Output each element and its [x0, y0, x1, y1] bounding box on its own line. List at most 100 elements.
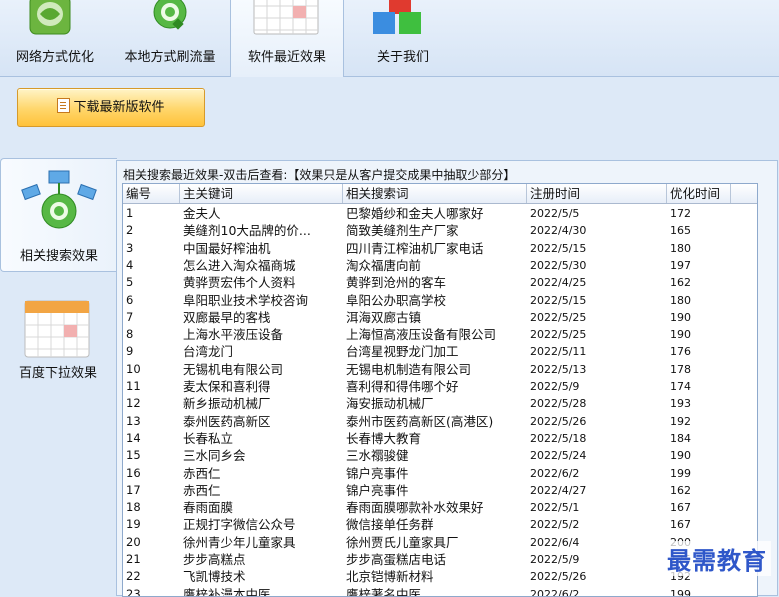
cell-id: 23	[126, 586, 141, 597]
cell-related-term: 阜阳公办职高学校	[346, 292, 447, 308]
cell-id: 5	[126, 275, 134, 290]
cell-register-time: 2022/5/18	[530, 431, 587, 445]
table-row[interactable]: 15 三水同乡会 三水禤骏健 2022/5/24 190	[123, 447, 757, 464]
cell-register-time: 2022/5/25	[530, 328, 587, 342]
cell-id: 8	[126, 327, 134, 342]
table-row[interactable]: 17 赤西仁 锦户亮事件 2022/4/27 162	[123, 482, 757, 499]
cell-id: 21	[126, 552, 141, 566]
col-header-related-term[interactable]: 相关搜索词	[343, 184, 527, 203]
table-row[interactable]: 10 无锡机电有限公司 无锡电机制造有限公司 2022/5/13 178	[123, 361, 757, 378]
col-header-register-time[interactable]: 注册时间	[527, 184, 667, 203]
cell-main-keyword: 黄骅贾宏伟个人资料	[183, 275, 296, 291]
cell-id: 3	[126, 240, 134, 255]
table-row[interactable]: 1 金夫人 巴黎婚纱和金夫人哪家好 2022/5/5 172	[123, 205, 757, 222]
network-q-icon	[21, 170, 97, 229]
table-row[interactable]: 22 飞凯博技术 北京铠博新材料 2022/5/26 192	[123, 568, 757, 585]
cell-id: 2	[126, 223, 134, 238]
cell-related-term: 简致美缝剂生产厂家	[346, 223, 459, 239]
cell-register-time: 2022/4/27	[530, 483, 587, 497]
cell-main-keyword: 正规打字微信公众号	[183, 517, 296, 533]
cell-main-keyword: 无锡机电有限公司	[183, 361, 284, 377]
cell-main-keyword: 台湾龙门	[183, 344, 234, 360]
cell-related-term: 台湾星视野龙门加工	[346, 344, 459, 360]
tab-about-us[interactable]: 关于我们	[343, 0, 463, 76]
cell-register-time: 2022/5/24	[530, 449, 587, 463]
tab-network-optimize[interactable]: 网络方式优化	[2, 0, 108, 76]
cell-main-keyword: 怎么进入淘众福商城	[183, 257, 296, 273]
cell-optimize-time: 199	[670, 466, 691, 480]
cell-optimize-time: 199	[670, 587, 691, 597]
table-row[interactable]: 20徐州青少年儿童家具徐州贾氏儿童家具厂2022/6/4200	[123, 534, 757, 551]
cell-main-keyword: 麦太保和喜利得	[183, 379, 271, 394]
col-header-main-keyword[interactable]: 主关键词	[180, 184, 343, 203]
cell-related-term: 巴黎婚纱和金夫人哪家好	[346, 206, 484, 221]
cell-related-term: 四川青江榨油机厂家电话	[346, 240, 484, 256]
tab-recent-results[interactable]: 软件最近效果	[230, 0, 344, 77]
table-row[interactable]: 4 怎么进入淘众福商城 淘众福唐向前 2022/5/30 197	[123, 257, 757, 274]
cell-optimize-time: 193	[670, 397, 691, 411]
cell-id: 15	[126, 448, 141, 463]
table-row[interactable]: 3 中国最好榨油机 四川青江榨油机厂家电话 2022/5/15 180	[123, 240, 757, 257]
nav-item-related-search[interactable]: 相关搜索效果	[0, 158, 117, 272]
table-row[interactable]: 5 黄骅贾宏伟个人资料 黄骅到沧州的客车 2022/4/25 162	[123, 274, 757, 291]
cell-main-keyword: 春雨面膜	[183, 500, 234, 516]
cell-id: 11	[126, 379, 141, 393]
table-row[interactable]: 2 美缝剂10大品牌的价... 简致美缝剂生产厂家 2022/4/30 165	[123, 222, 757, 239]
cell-register-time: 2022/6/2	[530, 466, 580, 480]
tab-label: 网络方式优化	[15, 50, 94, 65]
cell-related-term: 长春博大教育	[346, 430, 422, 446]
results-panel: 相关搜索最近效果-双击后查看:【效果只是从客户提交成果中抽取少部分】 编号 主关…	[116, 160, 778, 597]
watermark: 最需教育	[663, 541, 771, 576]
table-row[interactable]: 21步步高糕点步步高蛋糕店电话2022/5/9175	[123, 551, 757, 568]
cell-id: 10	[126, 361, 141, 376]
cell-id: 14	[126, 430, 141, 445]
cell-optimize-time: 180	[670, 241, 691, 255]
cell-id: 16	[126, 465, 141, 480]
cell-optimize-time: 176	[670, 345, 691, 359]
table-row[interactable]: 16 赤西仁 锦户亮事件 2022/6/2 199	[123, 465, 757, 482]
cell-related-term: 三水禤骏健	[346, 448, 409, 464]
cell-optimize-time: 180	[670, 293, 691, 307]
table-header: 编号 主关键词 相关搜索词 注册时间 优化时间	[123, 184, 757, 204]
download-latest-button[interactable]: 下载最新版软件	[17, 88, 205, 127]
cell-optimize-time: 190	[670, 449, 691, 463]
cell-optimize-time: 197	[670, 258, 691, 272]
cell-register-time: 2022/5/15	[530, 241, 587, 255]
cell-register-time: 2022/5/15	[530, 293, 587, 307]
cell-related-term: 锦户亮事件	[346, 482, 409, 498]
cell-id: 13	[126, 413, 141, 428]
cell-main-keyword: 上海水平液压设备	[183, 327, 284, 343]
cell-main-keyword: 赤西仁	[183, 465, 221, 481]
cell-register-time: 2022/5/9	[530, 380, 580, 393]
cell-id: 12	[126, 396, 141, 411]
table-row[interactable]: 19 正规打字微信公众号 微信接单任务群 2022/5/2 167	[123, 516, 757, 533]
table-row[interactable]: 12 新乡振动机械厂 海安振动机械厂 2022/5/28 193	[123, 395, 757, 412]
table-row[interactable]: 13 泰州医药高新区 泰州市医药高新区(高港区) 2022/5/26 192	[123, 413, 757, 430]
cell-main-keyword: 徐州青少年儿童家具	[183, 534, 296, 550]
table-row[interactable]: 18 春雨面膜 春雨面膜哪款补水效果好 2022/5/1 167	[123, 499, 757, 516]
table-row[interactable]: 9 台湾龙门 台湾星视野龙门加工 2022/5/11 176	[123, 343, 757, 360]
table-row[interactable]: 14 长春私立 长春博大教育 2022/5/18 184	[123, 430, 757, 447]
cell-main-keyword: 金夫人	[183, 206, 221, 221]
document-icon	[57, 98, 71, 113]
globe-icon	[29, 0, 71, 35]
cell-related-term: 锦户亮事件	[346, 465, 409, 481]
table-row[interactable]: 8 上海水平液压设备 上海恒高液压设备有限公司 2022/5/25 190	[123, 326, 757, 343]
cell-register-time: 2022/6/2	[530, 587, 580, 597]
cell-register-time: 2022/5/9	[530, 553, 580, 566]
left-nav: 相关搜索效果 百度下拉效果	[0, 158, 117, 594]
tab-local-traffic[interactable]: 本地方式刷流量	[110, 0, 230, 76]
nav-item-baidu-dropdown[interactable]: 百度下拉效果	[0, 298, 116, 388]
tab-label: 软件最近效果	[247, 50, 326, 65]
nav-item-label: 百度下拉效果	[18, 366, 97, 381]
table-row[interactable]: 23 鹰梓补漫本中医 鹰梓著名中医 2022/6/2 199	[123, 586, 757, 597]
table-row[interactable]: 11 麦太保和喜利得 喜利得和得伟哪个好 2022/5/9 174	[123, 378, 757, 395]
panel-title: 相关搜索最近效果-双击后查看:【效果只是从客户提交成果中抽取少部分】	[123, 168, 516, 182]
cell-optimize-time: 192	[670, 414, 691, 428]
table-row[interactable]: 7 双廊最早的客栈 洱海双廊古镇 2022/5/25 190	[123, 309, 757, 326]
table-row[interactable]: 6 阜阳职业技术学校咨询 阜阳公办职高学校 2022/5/15 180	[123, 292, 757, 309]
col-header-id[interactable]: 编号	[123, 184, 180, 203]
col-header-optimize-time[interactable]: 优化时间	[667, 184, 731, 203]
cell-id: 22	[126, 569, 141, 584]
results-table[interactable]: 编号 主关键词 相关搜索词 注册时间 优化时间 1 金夫人 巴黎婚纱和金夫人哪家好 2…	[122, 183, 758, 597]
